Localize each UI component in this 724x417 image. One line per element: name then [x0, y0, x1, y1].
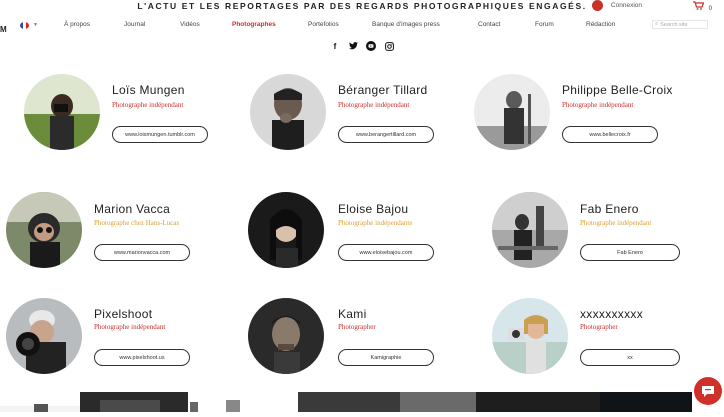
photographer-card: Marion Vacca Photographe chez Hans-Lucas…	[6, 192, 236, 282]
photographer-role: Photographe indépendant	[580, 219, 652, 227]
photographer-name: Fab Enero	[580, 202, 639, 216]
instagram-icon[interactable]	[384, 41, 394, 51]
main-nav: M ▼ À propos Journal Vidéos Photographes…	[0, 20, 724, 34]
nav-item-portefolios[interactable]: Portefolios	[308, 21, 339, 28]
photographer-link-button[interactable]: www.marionvacca.com	[94, 244, 190, 261]
photographer-link-button[interactable]: www.loismungen.tumblr.com	[112, 126, 208, 143]
nav-item-videos[interactable]: Vidéos	[180, 21, 200, 28]
cart-count: 0	[708, 6, 712, 12]
photographer-photo[interactable]	[248, 192, 324, 268]
search-icon: ⌕	[655, 21, 659, 27]
nav-item-a-propos[interactable]: À propos	[64, 21, 90, 28]
chat-button[interactable]	[694, 377, 722, 405]
photographer-link-button[interactable]: www.pixelshoot.us	[94, 349, 190, 366]
photographer-link-button[interactable]: www.eloisebajou.com	[338, 244, 434, 261]
photographer-role: Photographer	[338, 323, 376, 331]
search-placeholder: Search site	[660, 21, 688, 28]
photographer-photo[interactable]	[6, 298, 82, 374]
social-links: f	[0, 41, 724, 51]
top-bar: L'ACTU ET LES REPORTAGES PAR DES REGARDS…	[0, 0, 724, 14]
nav-item-photographes[interactable]: Photographes	[232, 21, 276, 28]
youtube-icon[interactable]	[366, 41, 376, 51]
photographer-role: Photographe chez Hans-Lucas	[94, 219, 180, 227]
cart-icon	[693, 1, 705, 10]
search-input[interactable]: ⌕ Search site	[652, 20, 708, 29]
chat-icon	[702, 385, 714, 397]
nav-item-banque-images[interactable]: Banque d'images press	[372, 21, 440, 28]
photographer-link-button[interactable]: Kamigraphie	[338, 349, 434, 366]
photographer-link-button[interactable]: www.berangertillard.com	[338, 126, 434, 143]
photographer-card: xxxxxxxxxx Photographer xx	[492, 298, 722, 388]
photographer-card: Eloise Bajou Photographe indépendante ww…	[248, 192, 478, 282]
photographer-photo[interactable]	[474, 74, 550, 150]
portfolio-strip	[0, 392, 724, 412]
photographer-name: Béranger Tillard	[338, 83, 428, 97]
photographer-name: Loïs Mungen	[112, 83, 185, 97]
photographer-name: Marion Vacca	[94, 202, 171, 216]
photographer-card: Philippe Belle-Croix Photographe indépen…	[474, 74, 704, 164]
photographer-photo[interactable]	[24, 74, 100, 150]
photographer-role: Photographe indépendant	[94, 323, 166, 331]
user-avatar-icon	[591, 0, 603, 11]
photographer-name: xxxxxxxxxx	[580, 307, 643, 321]
nav-item-journal[interactable]: Journal	[124, 21, 145, 28]
photographer-role: Photographe indépendant	[338, 101, 410, 109]
nav-item-redaction[interactable]: Rédaction	[586, 21, 615, 28]
photographer-name: Eloise Bajou	[338, 202, 409, 216]
facebook-icon[interactable]: f	[330, 41, 340, 51]
photographer-link-button[interactable]: xx	[580, 349, 680, 366]
site-logo[interactable]: M	[0, 25, 7, 34]
login-label: Connexion	[610, 2, 642, 9]
photographer-role: Photographe indépendant	[112, 101, 184, 109]
photographer-card: Pixelshoot Photographe indépendant www.p…	[6, 298, 236, 388]
nav-item-contact[interactable]: Contact	[478, 21, 500, 28]
photographer-photo[interactable]	[492, 298, 568, 374]
login-link[interactable]: Connexion	[591, 0, 642, 11]
photographer-card: Fab Enero Photographe indépendant Fab En…	[492, 192, 722, 282]
photographer-role: Photographer	[580, 323, 618, 331]
cart-button[interactable]: 0	[693, 1, 712, 12]
chevron-down-icon[interactable]: ▼	[33, 22, 38, 28]
photographer-role: Photographe indépendante	[338, 219, 413, 227]
photographer-photo[interactable]	[6, 192, 82, 268]
photographer-photo[interactable]	[250, 74, 326, 150]
photographer-card: Béranger Tillard Photographe indépendant…	[250, 74, 480, 164]
photographer-name: Pixelshoot	[94, 307, 153, 321]
photographer-card: Kami Photographer Kamigraphie	[248, 298, 478, 388]
photographer-name: Philippe Belle-Croix	[562, 83, 673, 97]
photographer-photo[interactable]	[492, 192, 568, 268]
photographer-link-button[interactable]: www.bellecroix.fr	[562, 126, 658, 143]
photographer-card: Loïs Mungen Photographe indépendant www.…	[24, 74, 254, 164]
photographer-photo[interactable]	[248, 298, 324, 374]
french-flag-icon[interactable]	[20, 22, 29, 29]
photographer-role: Photographe indépendant	[562, 101, 634, 109]
photographer-name: Kami	[338, 307, 367, 321]
twitter-icon[interactable]	[348, 41, 358, 51]
nav-item-forum[interactable]: Forum	[535, 21, 554, 28]
photographer-link-button[interactable]: Fab Enero	[580, 244, 680, 261]
